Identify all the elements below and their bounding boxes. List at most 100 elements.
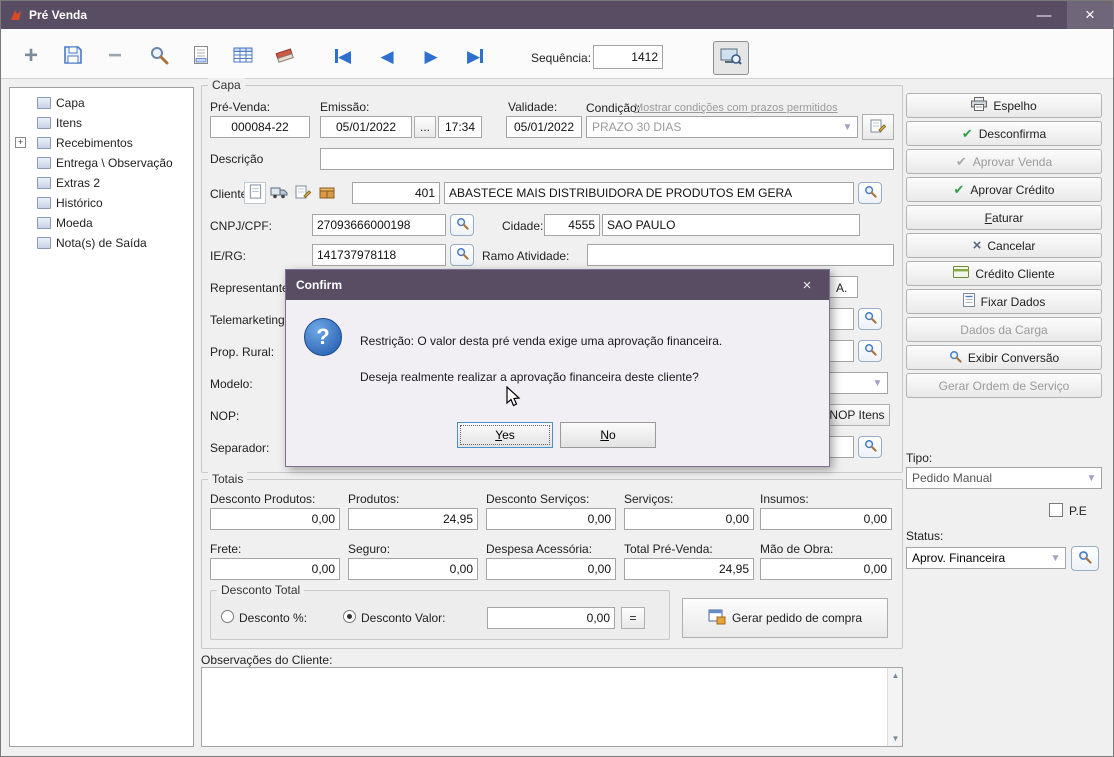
page-icon xyxy=(37,217,51,229)
cliente-notes-button[interactable] xyxy=(292,182,314,204)
frete-input[interactable] xyxy=(210,558,340,580)
search-button[interactable] xyxy=(141,39,177,73)
cliente-truck-button[interactable] xyxy=(268,182,290,204)
tree-item-historico[interactable]: Histórico xyxy=(10,193,193,213)
cliente-name-input[interactable] xyxy=(444,182,854,204)
tree-item-recebimentos[interactable]: +Recebimentos xyxy=(10,133,193,153)
cliente-doc-button[interactable] xyxy=(244,182,266,204)
yes-button[interactable]: Yes xyxy=(457,422,553,448)
grid-button[interactable] xyxy=(225,39,261,73)
monitor-search-icon xyxy=(720,48,742,69)
faturar-button[interactable]: Faturar xyxy=(906,205,1102,230)
validade-input[interactable] xyxy=(506,116,582,138)
nav-prev-button[interactable]: ◀ xyxy=(369,39,405,73)
aprovar-credito-button[interactable]: ✔ Aprovar Crédito xyxy=(906,177,1102,202)
status-search-button[interactable] xyxy=(1071,546,1099,571)
desconto-valor-radio[interactable] xyxy=(343,610,356,623)
button-label: Gerar Ordem de Serviço xyxy=(939,379,1070,393)
view-record-button[interactable] xyxy=(713,41,749,75)
tree-item-notas-de-saida[interactable]: Nota(s) de Saída xyxy=(10,233,193,253)
tree-item-entrega-observacao[interactable]: Entrega \ Observação xyxy=(10,153,193,173)
credito-cliente-button[interactable]: Crédito Cliente xyxy=(906,261,1102,286)
ie-search-button[interactable] xyxy=(450,244,474,266)
exibir-conversao-button[interactable]: Exibir Conversão xyxy=(906,345,1102,370)
cnpj-search-button[interactable] xyxy=(450,214,474,236)
document-button[interactable] xyxy=(183,39,219,73)
condicao-link[interactable]: Mostrar condições com prazos permitidos xyxy=(634,102,838,114)
tree-item-extras-2[interactable]: Extras 2 xyxy=(10,173,193,193)
document-icon xyxy=(192,45,210,68)
ie-input[interactable] xyxy=(312,244,446,266)
vertical-scrollbar[interactable]: ▲ ▼ xyxy=(887,668,902,746)
observacoes-textarea[interactable]: ▲ ▼ xyxy=(201,667,903,747)
emissao-date-input[interactable] xyxy=(320,116,412,138)
cidade-code-input[interactable] xyxy=(544,214,600,236)
nav-first-icon: ◀ xyxy=(335,48,351,65)
no-button[interactable]: No xyxy=(560,422,656,448)
eraser-button[interactable] xyxy=(267,39,303,73)
search-icon xyxy=(1078,550,1092,567)
expand-icon[interactable]: + xyxy=(15,137,26,148)
desconto-valor-input[interactable] xyxy=(487,607,615,629)
save-icon xyxy=(62,44,84,69)
desconto-percent-radio[interactable] xyxy=(221,610,234,623)
despesa-acessoria-input[interactable] xyxy=(486,558,616,580)
tree-item-label: Entrega \ Observação xyxy=(56,156,173,170)
cidade-label: Cidade: xyxy=(502,219,543,233)
cliente-code-input[interactable] xyxy=(352,182,440,204)
close-button[interactable]: × xyxy=(1067,1,1113,29)
nav-next-button[interactable]: ▶ xyxy=(413,39,449,73)
fixar-dados-button[interactable]: Fixar Dados xyxy=(906,289,1102,314)
emissao-time-input[interactable] xyxy=(438,116,482,138)
prop-rural-search-button[interactable] xyxy=(858,340,882,362)
tree-item-moeda[interactable]: Moeda xyxy=(10,213,193,233)
insumos-input[interactable] xyxy=(760,508,892,530)
telemarketing-search-button[interactable] xyxy=(858,308,882,330)
pinned-page-icon xyxy=(963,293,975,310)
equals-button[interactable]: = xyxy=(621,607,645,629)
save-button[interactable] xyxy=(55,39,91,73)
seguro-input[interactable] xyxy=(348,558,478,580)
nav-last-button[interactable]: ▶ xyxy=(457,39,493,73)
tree-item-itens[interactable]: Itens xyxy=(10,113,193,133)
emissao-ellipsis-button[interactable]: ... xyxy=(414,116,436,138)
cancelar-button[interactable]: × Cancelar xyxy=(906,233,1102,258)
dialog-close-icon[interactable]: × xyxy=(795,273,819,297)
servicos-input[interactable] xyxy=(624,508,754,530)
descricao-input[interactable] xyxy=(320,148,894,170)
espelho-button[interactable]: Espelho xyxy=(906,93,1102,118)
cliente-package-button[interactable] xyxy=(316,182,338,204)
nav-first-button[interactable]: ◀ xyxy=(325,39,361,73)
separador-search-button[interactable] xyxy=(858,436,882,458)
cidade-name-input[interactable] xyxy=(602,214,860,236)
sequencia-input[interactable] xyxy=(593,45,663,69)
nop-itens-button[interactable]: NOP Itens xyxy=(824,404,890,426)
add-button[interactable]: + xyxy=(13,39,49,73)
aprovar-venda-button[interactable]: ✔ Aprovar Venda xyxy=(906,149,1102,174)
minimize-button[interactable]: — xyxy=(1021,1,1067,29)
total-pre-venda-label: Total Pré-Venda: xyxy=(624,542,713,556)
scroll-down-icon[interactable]: ▼ xyxy=(888,731,903,746)
scroll-up-icon[interactable]: ▲ xyxy=(888,668,903,683)
gerar-pedido-compra-button[interactable]: Gerar pedido de compra xyxy=(682,598,888,638)
pe-checkbox[interactable] xyxy=(1049,503,1063,517)
desconfirma-button[interactable]: ✔ Desconfirma xyxy=(906,121,1102,146)
tree-item-capa[interactable]: Capa xyxy=(10,93,193,113)
desconto-produtos-input[interactable] xyxy=(210,508,340,530)
pre-venda-input[interactable] xyxy=(210,116,310,138)
cnpj-input[interactable] xyxy=(312,214,446,236)
produtos-input[interactable] xyxy=(348,508,478,530)
ramo-input[interactable] xyxy=(587,244,894,266)
condicao-select[interactable]: PRAZO 30 DIAS ▼ xyxy=(586,116,858,138)
dados-da-carga-button[interactable]: Dados da Carga xyxy=(906,317,1102,342)
gerar-ordem-servico-button[interactable]: Gerar Ordem de Serviço xyxy=(906,373,1102,398)
remove-button[interactable]: − xyxy=(97,39,133,73)
tipo-select[interactable]: Pedido Manual ▼ xyxy=(906,467,1102,489)
total-pre-venda-input[interactable] xyxy=(624,558,754,580)
status-select[interactable]: Aprov. Financeira ▼ xyxy=(906,547,1066,569)
titlebar: Pré Venda — × xyxy=(1,1,1113,29)
condicao-edit-button[interactable] xyxy=(862,114,894,140)
mao-de-obra-input[interactable] xyxy=(760,558,892,580)
desconto-servicos-input[interactable] xyxy=(486,508,616,530)
cliente-search-button[interactable] xyxy=(858,182,882,204)
